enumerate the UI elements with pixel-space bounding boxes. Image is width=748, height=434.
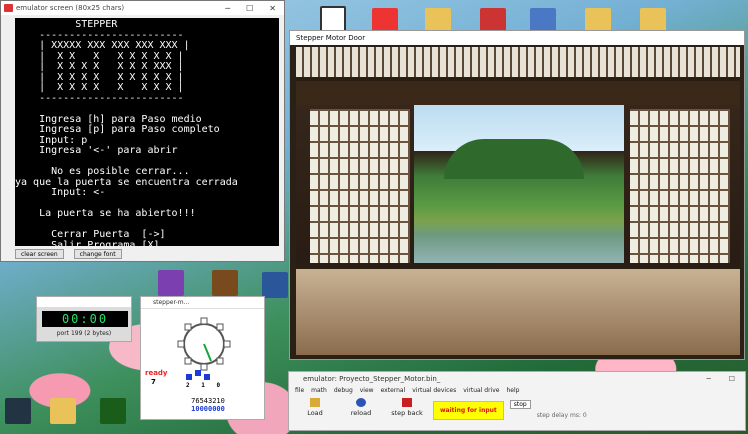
shoji-transom xyxy=(296,47,740,81)
app-icon[interactable] xyxy=(5,398,31,424)
reload-icon xyxy=(356,398,366,407)
terminal-line: Cerrar Puerta [->] xyxy=(15,229,166,240)
toolbar: Load reload step back waiting for input … xyxy=(289,398,745,420)
window-titlebar[interactable]: emulator: Proyecto_Stepper_Motor.bin_ ─ … xyxy=(289,372,745,386)
mini-titlebar[interactable] xyxy=(37,297,131,307)
terminal-line: STEPPER xyxy=(15,19,118,30)
menu-file[interactable]: file xyxy=(295,386,304,396)
port-value: 10000000 xyxy=(191,405,225,413)
menu-math[interactable]: math xyxy=(311,386,327,396)
left-door-panel xyxy=(310,109,410,269)
stop-button[interactable]: stop xyxy=(509,400,531,409)
menu-virtual-drive[interactable]: virtual drive xyxy=(463,386,499,396)
port-label: port 199 (2 bytes) xyxy=(56,330,112,337)
hill xyxy=(444,139,584,179)
terminal-line: No es posible cerrar... xyxy=(15,166,190,177)
emu-app-icon xyxy=(4,4,13,12)
step-back-icon xyxy=(402,398,412,407)
coil-indicator xyxy=(204,374,210,380)
terminal-line: Ingresa [p] para Paso completo xyxy=(15,124,220,135)
close-icon[interactable]: ✕ xyxy=(269,4,276,13)
minimize-icon[interactable]: ─ xyxy=(707,372,711,386)
minimize-icon[interactable]: ─ xyxy=(225,4,230,13)
change-font-button[interactable]: change font xyxy=(73,249,122,259)
load-button[interactable]: Load xyxy=(295,398,335,417)
terminal-line: Input: <- xyxy=(15,187,106,198)
status-indicator: waiting for input xyxy=(433,401,504,420)
menu-bar: file math debug view external virtual de… xyxy=(289,386,745,396)
menu-help[interactable]: help xyxy=(507,386,520,396)
led-display: 00:00 xyxy=(42,311,128,327)
bit-positions: 76543210 xyxy=(191,397,225,405)
file-icon[interactable] xyxy=(320,6,346,32)
floor xyxy=(296,269,740,355)
terminal-line: | X X X X X X X XXX | xyxy=(15,61,184,72)
dosbox-icon[interactable] xyxy=(212,270,238,296)
terminal-line: | X X X X X X X X | xyxy=(15,82,184,93)
maximize-icon[interactable]: ☐ xyxy=(246,4,253,13)
coil-indicator xyxy=(195,370,201,376)
terminal-line: ------------------------ xyxy=(15,92,184,104)
app-icon[interactable] xyxy=(158,270,184,296)
terminal-line: La puerta se ha abierto!!! xyxy=(15,208,196,219)
door-scene xyxy=(296,47,740,355)
menu-debug[interactable]: debug xyxy=(334,386,353,396)
reload-button[interactable]: reload xyxy=(341,398,381,417)
right-door-panel xyxy=(630,109,730,269)
stepper-motor-window[interactable]: stepper-m... ready 7 2 1 0 76543210 1000… xyxy=(140,296,265,420)
lintel xyxy=(296,85,740,105)
app-icon[interactable] xyxy=(100,398,126,424)
maximize-icon[interactable]: ☐ xyxy=(729,372,735,386)
menu-external[interactable]: external xyxy=(381,386,406,396)
folder-icon xyxy=(310,398,320,407)
terminal-screen[interactable]: STEPPER ------------------------ | XXXXX… xyxy=(15,18,279,246)
step-delay-label: step delay ms: 0 xyxy=(536,412,587,419)
folder-icon[interactable] xyxy=(50,398,76,424)
terminal-line: | XXXXX XXX XXX XXX XXX | xyxy=(15,40,190,51)
step-back-button[interactable]: step back xyxy=(387,398,427,417)
clear-screen-button[interactable]: clear screen xyxy=(15,249,64,259)
stepper-door-window[interactable]: Stepper Motor Door xyxy=(289,30,745,360)
motor-dial xyxy=(177,317,231,371)
window-title: Stepper Motor Door xyxy=(290,31,744,45)
step-back-label: step back xyxy=(391,409,423,417)
led-display-window[interactable]: 00:00 port 199 (2 bytes) xyxy=(36,296,132,342)
terminal-line: Ingresa '<-' para abrir xyxy=(15,145,178,156)
coil-indicator xyxy=(186,374,192,380)
load-label: Load xyxy=(307,409,323,417)
menu-virtual-devices[interactable]: virtual devices xyxy=(412,386,456,396)
coil-indicators xyxy=(186,370,210,380)
emulator-screen-window[interactable]: emulator screen (80x25 chars) ─ ☐ ✕ STEP… xyxy=(0,0,285,262)
status-number: 7 xyxy=(151,378,156,386)
window-titlebar[interactable]: emulator screen (80x25 chars) ─ ☐ ✕ xyxy=(1,1,284,15)
coil-labels: 2 1 0 xyxy=(186,382,225,389)
reload-label: reload xyxy=(350,409,372,417)
window-title: emulator screen (80x25 chars) xyxy=(16,4,125,12)
word-icon[interactable] xyxy=(262,272,288,298)
menu-view[interactable]: view xyxy=(360,386,374,396)
window-title: stepper-m... xyxy=(141,297,264,309)
emulator-window[interactable]: emulator: Proyecto_Stepper_Motor.bin_ ─ … xyxy=(288,371,746,431)
terminal-line: Salir Programa [X] xyxy=(15,239,160,246)
window-title: emulator: Proyecto_Stepper_Motor.bin_ xyxy=(303,375,441,383)
status-label: ready xyxy=(145,369,168,377)
